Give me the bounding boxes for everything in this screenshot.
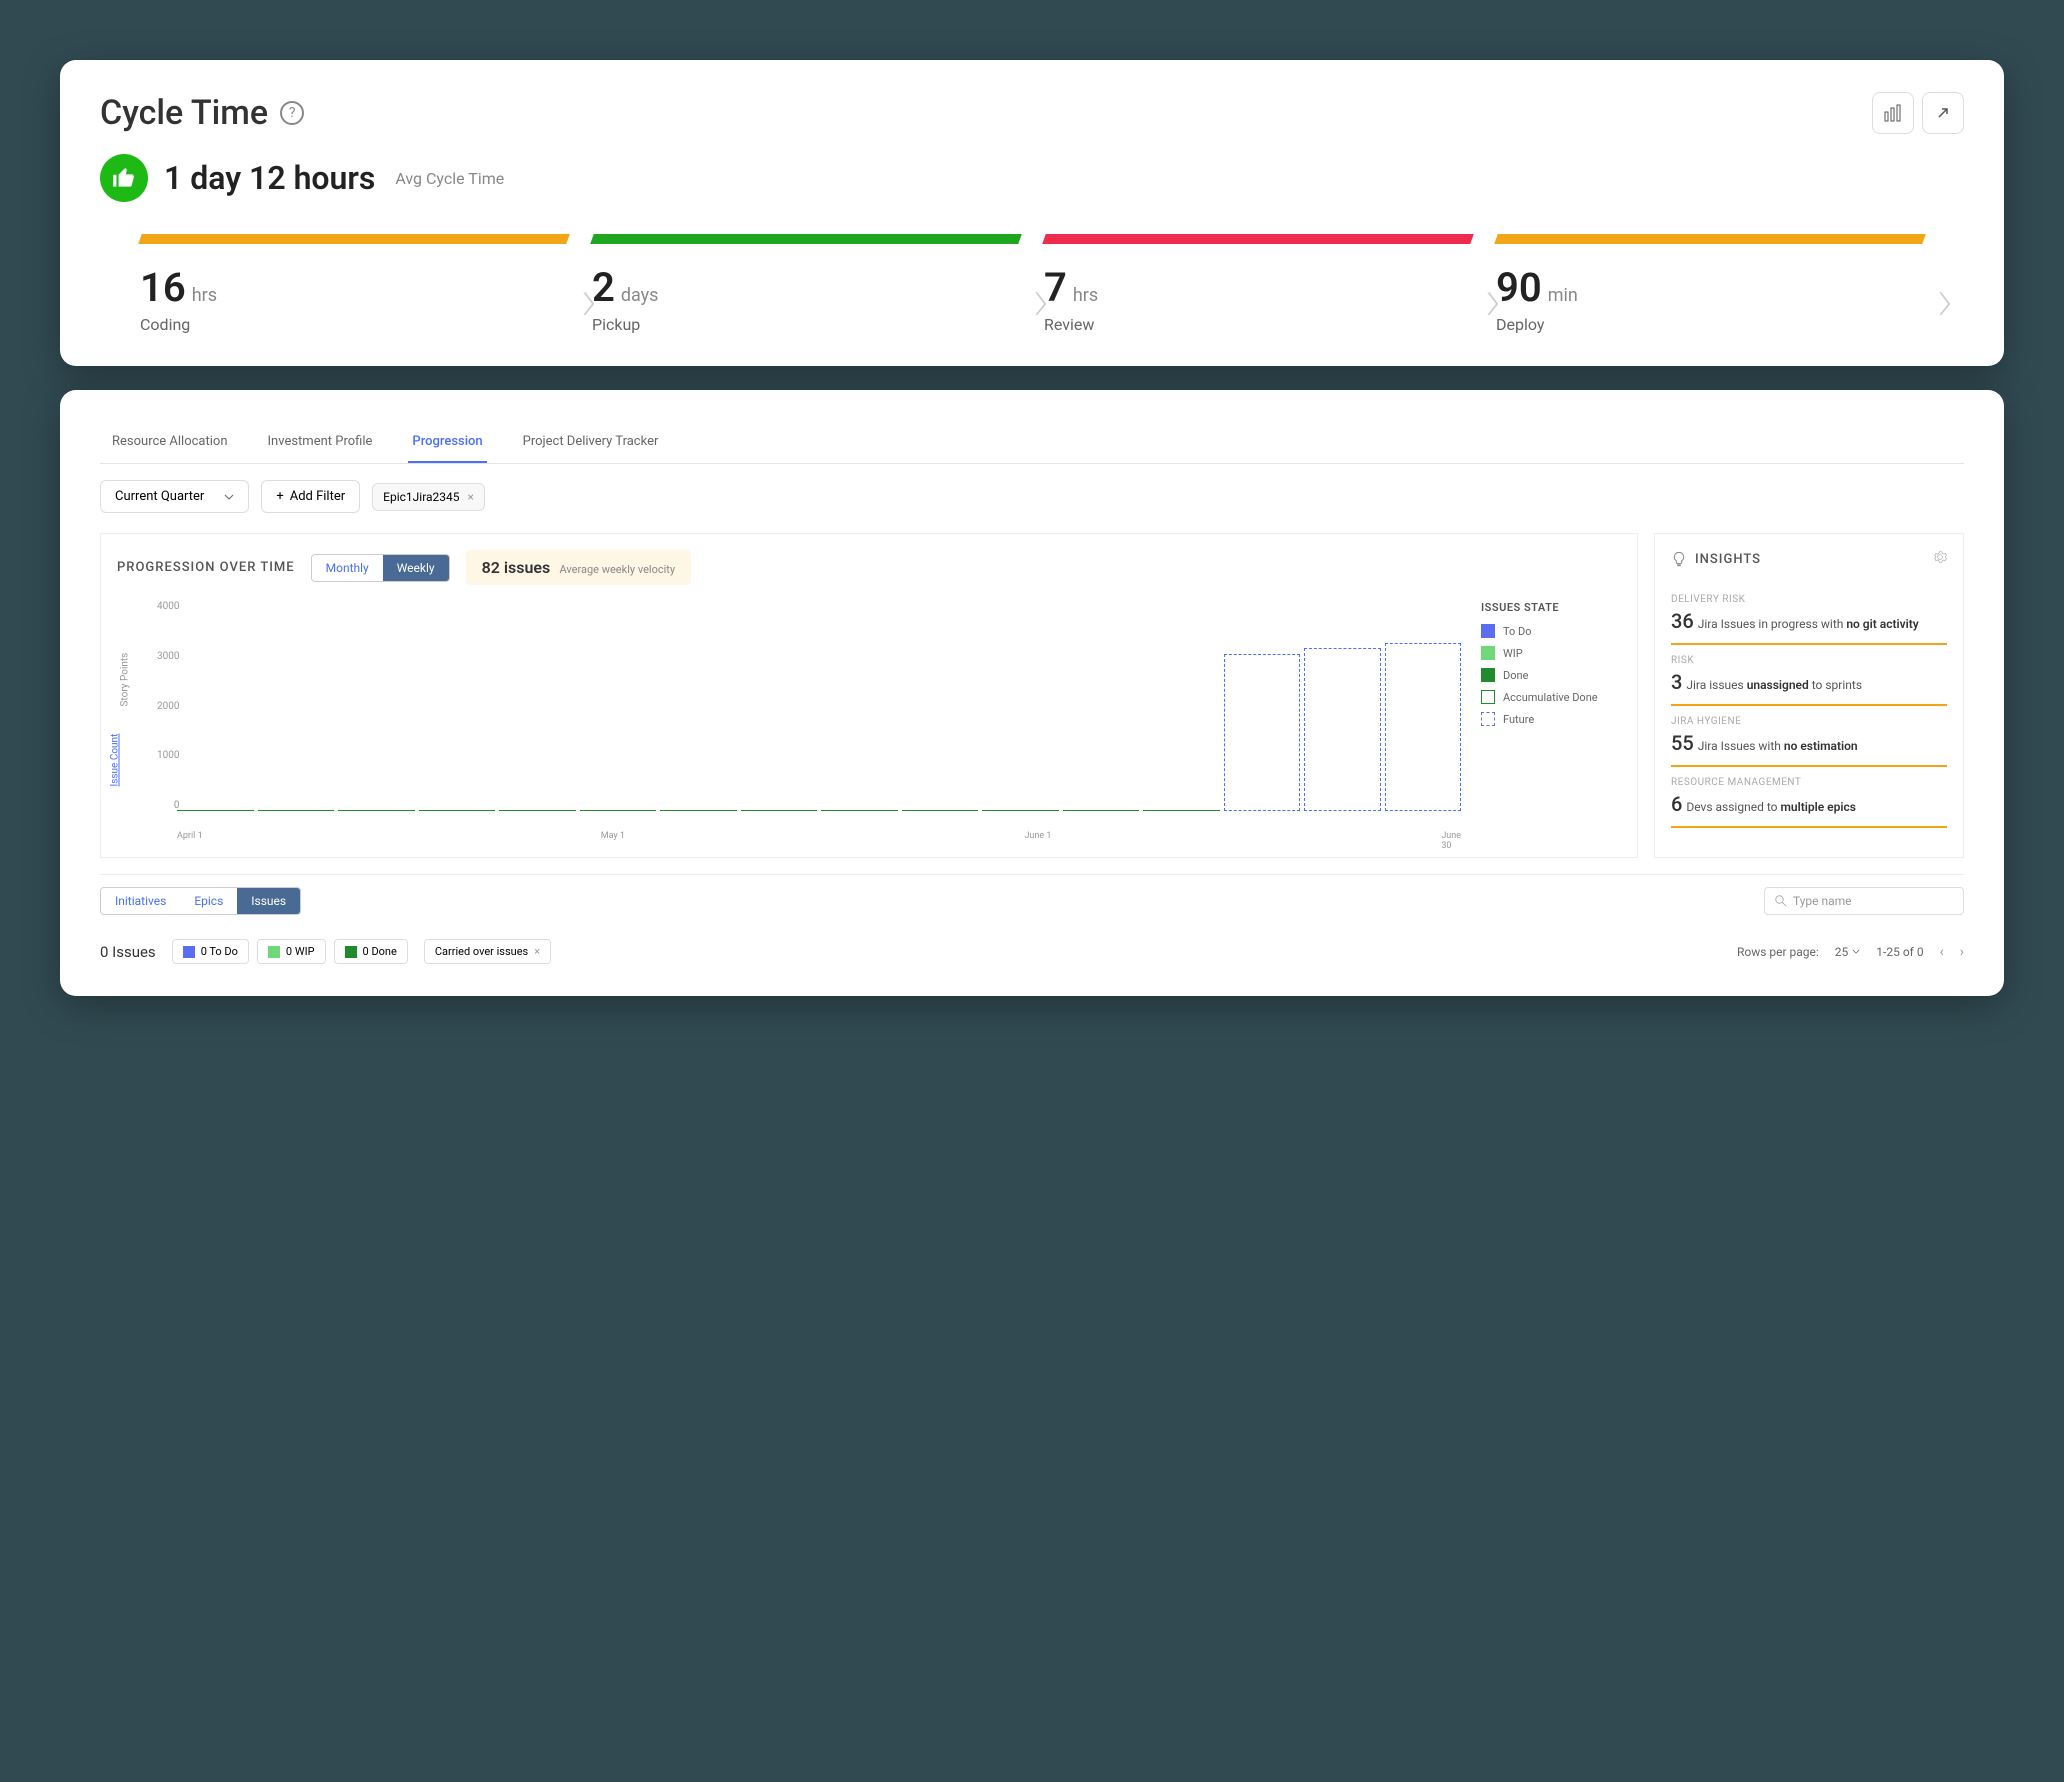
avg-cycle-value: 1 day 12 hours — [164, 159, 375, 197]
cycle-title: Cycle Time — [100, 93, 268, 133]
progression-card: Resource Allocation Investment Profile Pro… — [60, 390, 2004, 996]
chart-panel: PROGRESSION OVER TIME MonthlyWeekly 82 i… — [100, 533, 1638, 858]
chart-title: PROGRESSION OVER TIME — [117, 560, 295, 575]
tab-investment-profile[interactable]: Investment Profile — [264, 422, 377, 463]
toggle-monthly[interactable]: Monthly — [312, 555, 383, 581]
velocity-badge: 82 issues Average weekly velocity — [466, 550, 692, 585]
filter-chip: Epic1Jira2345 × — [372, 483, 485, 511]
legend-future[interactable]: Future — [1481, 712, 1621, 726]
legend-done[interactable]: Done — [1481, 668, 1621, 682]
stage-pickup[interactable]: 2days Pickup › — [592, 234, 1020, 334]
stage-coding[interactable]: 16hrs Coding › — [140, 234, 568, 334]
bar-chart-icon[interactable] — [1872, 92, 1914, 134]
insights-panel: INSIGHTS DELIVERY RISK36Jira Issues in p… — [1654, 533, 1964, 858]
status-chip[interactable]: 0 Done — [334, 939, 408, 964]
status-chip[interactable]: 0 WIP — [257, 939, 326, 964]
status-chip[interactable]: 0 To Do — [172, 939, 249, 964]
insight-item[interactable]: RESOURCE MANAGEMENT6Devs assigned to mul… — [1671, 767, 1947, 828]
carried-over-chip: Carried over issues × — [424, 939, 551, 964]
help-icon[interactable]: ? — [280, 101, 304, 125]
stage-review[interactable]: 7hrs Review › — [1044, 234, 1472, 334]
tab-project-delivery-tracker[interactable]: Project Delivery Tracker — [519, 422, 663, 463]
prev-page-icon[interactable]: ‹ — [1940, 944, 1944, 960]
date-range-dropdown[interactable]: Current Quarter — [100, 480, 249, 513]
view-epics[interactable]: Epics — [180, 888, 237, 914]
remove-chip-icon[interactable]: × — [468, 490, 474, 504]
thumbs-up-icon — [100, 154, 148, 202]
insight-item[interactable]: DELIVERY RISK36Jira Issues in progress w… — [1671, 584, 1947, 645]
stage-deploy[interactable]: 90min Deploy › — [1496, 234, 1924, 334]
lightbulb-icon — [1671, 551, 1687, 567]
cycle-time-card: Cycle Time ? 1 day 12 hours Avg Cycle Ti… — [60, 60, 2004, 366]
tab-resource-allocation[interactable]: Resource Allocation — [108, 422, 232, 463]
view-initiatives[interactable]: Initiatives — [101, 888, 180, 914]
stacked-bar-chart: Story Points Issue Count 400030002000100… — [117, 601, 1461, 841]
remove-carried-icon[interactable]: × — [534, 945, 540, 958]
insight-item[interactable]: RISK3Jira issues unassigned to sprints — [1671, 645, 1947, 706]
search-icon — [1775, 895, 1787, 907]
rows-per-page-select[interactable]: 25 — [1835, 945, 1861, 959]
legend-accumulative-done[interactable]: Accumulative Done — [1481, 690, 1621, 704]
expand-icon[interactable] — [1922, 92, 1964, 134]
avg-cycle-label: Avg Cycle Time — [395, 169, 504, 188]
toggle-weekly[interactable]: Weekly — [383, 555, 449, 581]
next-page-icon[interactable]: › — [1960, 944, 1964, 960]
legend-to-do[interactable]: To Do — [1481, 624, 1621, 638]
add-filter-button[interactable]: +Add Filter — [261, 480, 360, 513]
search-input[interactable]: Type name — [1764, 887, 1964, 915]
view-issues[interactable]: Issues — [237, 888, 300, 914]
tab-progression[interactable]: Progression — [408, 422, 486, 463]
gear-icon[interactable] — [1933, 550, 1947, 568]
chart-legend: ISSUES STATE To DoWIPDoneAccumulative Do… — [1481, 601, 1621, 841]
issues-count: 0 Issues — [100, 943, 156, 961]
insight-item[interactable]: JIRA HYGIENE55Jira Issues with no estima… — [1671, 706, 1947, 767]
legend-wip[interactable]: WIP — [1481, 646, 1621, 660]
